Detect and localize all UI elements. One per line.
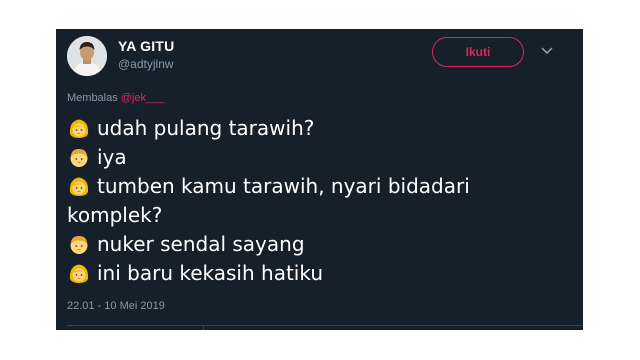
display-name[interactable]: YA GITU: [118, 38, 174, 54]
reply-context: Membalas @jek___: [67, 92, 164, 104]
girl-emoji: [69, 119, 89, 138]
tweet-line: iya: [67, 143, 567, 172]
follow-button[interactable]: Ikuti: [432, 37, 524, 67]
tweet-line-text: ini baru kekasih hatiku: [97, 261, 323, 285]
tweet-line-text: tumben kamu tarawih, nyari bidadari komp…: [67, 174, 470, 227]
boy-emoji: [70, 149, 88, 167]
tweet-line: udah pulang tarawih?: [67, 114, 567, 143]
tweet-line-text: nuker sendal sayang: [97, 232, 305, 256]
reply-mention[interactable]: @jek___: [121, 92, 165, 104]
divider: [67, 325, 583, 326]
tweet-line: tumben kamu tarawih, nyari bidadari komp…: [67, 172, 567, 230]
tweet-text: udah pulang tarawih? iya tumben kamu tar…: [67, 114, 567, 288]
chevron-down-icon[interactable]: [540, 44, 554, 58]
reply-prefix: Membalas: [67, 92, 118, 104]
user-handle[interactable]: @adtyjlnw: [118, 57, 174, 71]
girl-emoji: [69, 177, 89, 196]
tweet-timestamp[interactable]: 22.01 - 10 Mei 2019: [67, 300, 165, 312]
tweet-line: nuker sendal sayang: [67, 230, 567, 259]
avatar[interactable]: [67, 36, 107, 76]
divider-tick: [203, 326, 204, 330]
boy-emoji: [70, 236, 88, 254]
tweet-line-text: udah pulang tarawih?: [97, 116, 315, 140]
girl-emoji: [69, 264, 89, 283]
tweet-line: ini baru kekasih hatiku: [67, 259, 567, 288]
tweet-line-text: iya: [97, 145, 127, 169]
tweet-card: YA GITU @adtyjlnw Ikuti Membalas @jek___ …: [56, 29, 583, 330]
